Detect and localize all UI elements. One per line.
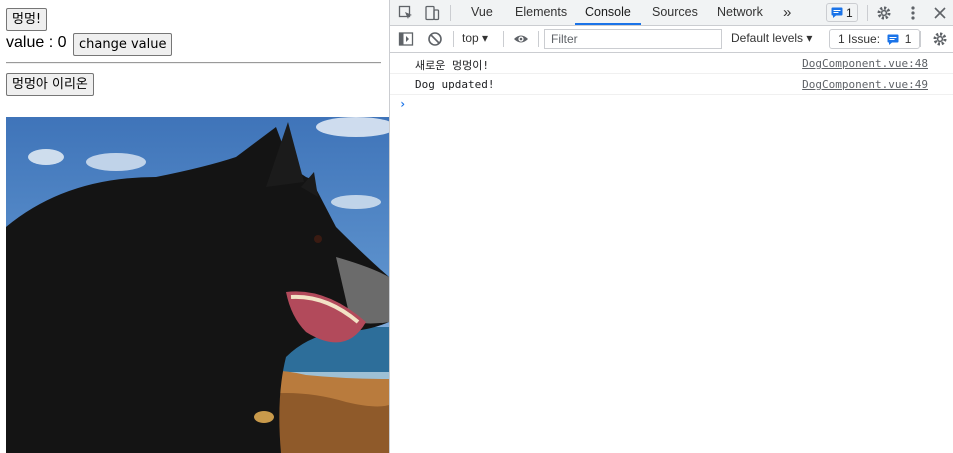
tab-elements[interactable]: Elements <box>505 0 577 25</box>
clear-console-icon[interactable] <box>427 31 443 47</box>
console-message-text: Dog updated! <box>415 78 495 91</box>
console-message-row: Dog updated! DogComponent.vue:49 <box>390 74 953 95</box>
app-page: 멍멍! value : 0 change value 멍멍아 이리온 <box>0 0 389 453</box>
context-dropdown-icon: ▾ <box>482 31 489 45</box>
console-message-row: 새로운 멍멍이! DogComponent.vue:48 <box>390 53 953 74</box>
console-source-link[interactable]: DogComponent.vue:48 <box>802 57 928 70</box>
console-toolbar: top ▾ Default levels ▾ 1 Issue: 1 <box>390 26 953 53</box>
levels-dropdown-icon: ▾ <box>806 31 813 45</box>
settings-gear-icon[interactable] <box>876 5 892 21</box>
messages-count: 1 <box>846 6 853 20</box>
tabbar-separator <box>867 5 868 21</box>
console-settings-gear-icon[interactable] <box>932 31 948 47</box>
device-toolbar-icon[interactable] <box>424 5 440 21</box>
dog-photo <box>6 117 389 453</box>
devtools-panel: Vue Elements Console Sources Network » 1… <box>389 0 953 453</box>
tabbar-separator <box>450 5 451 21</box>
console-message-text: 새로운 멍멍이! <box>415 59 489 72</box>
context-label: top <box>462 31 479 45</box>
inspect-element-icon[interactable] <box>398 5 414 21</box>
console-source-link[interactable]: DogComponent.vue:49 <box>802 78 928 91</box>
call-dog-button[interactable]: 멍멍아 이리온 <box>6 73 94 96</box>
value-number: 0 <box>57 34 67 51</box>
toolbar-separator <box>503 31 504 47</box>
toolbar-separator <box>920 31 921 47</box>
messages-badge[interactable]: 1 <box>826 3 858 22</box>
divider <box>6 62 381 64</box>
devtools-tabbar: Vue Elements Console Sources Network » 1 <box>390 0 953 26</box>
dog-photo-illustration <box>6 117 389 453</box>
sidebar-toggle-icon[interactable] <box>398 31 414 47</box>
issue-message-icon <box>887 34 899 46</box>
tab-network[interactable]: Network <box>707 0 773 25</box>
value-prefix: value : <box>6 34 58 51</box>
tab-vue[interactable]: Vue <box>461 0 503 25</box>
more-tabs-icon[interactable]: » <box>773 0 801 25</box>
console-filter-input[interactable] <box>544 29 722 49</box>
log-levels-dropdown[interactable]: Default levels ▾ <box>731 31 812 45</box>
tab-console[interactable]: Console <box>575 0 641 25</box>
live-expression-eye-icon[interactable] <box>513 31 529 47</box>
tab-sources[interactable]: Sources <box>642 0 708 25</box>
change-value-button[interactable]: change value <box>73 33 173 56</box>
close-icon[interactable] <box>932 5 948 21</box>
customize-menu-icon[interactable] <box>905 5 921 21</box>
value-display: value : 0 <box>6 34 67 52</box>
log-levels-label: Default levels <box>731 31 804 45</box>
bark-button[interactable]: 멍멍! <box>6 8 48 31</box>
console-prompt-icon[interactable]: › <box>399 97 406 111</box>
toolbar-separator <box>453 31 454 47</box>
issues-count: 1 <box>904 32 912 46</box>
issues-button[interactable]: 1 Issue: 1 <box>829 29 921 49</box>
toolbar-separator <box>538 31 539 47</box>
message-icon <box>831 7 843 18</box>
console-output: 새로운 멍멍이! DogComponent.vue:48 Dog updated… <box>390 53 953 111</box>
context-selector[interactable]: top ▾ <box>462 31 488 45</box>
issues-label: 1 Issue: <box>838 32 881 46</box>
